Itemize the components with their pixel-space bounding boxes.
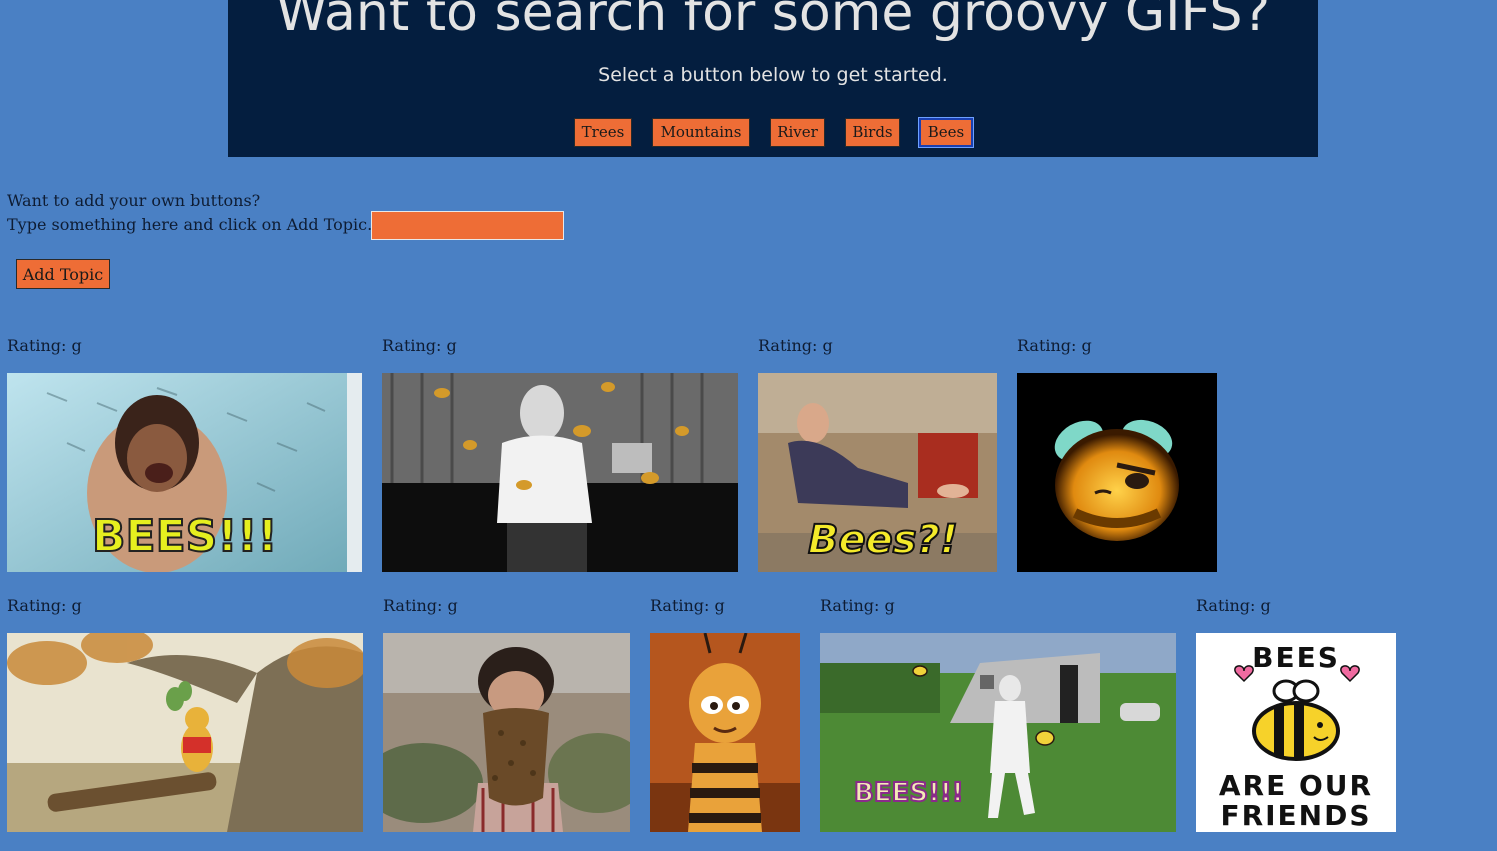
gif-caption-text: BEES!!! <box>92 511 278 562</box>
gif-image-bees-are-our-friends-sticker[interactable]: BEES ARE OUR FRIENDS <box>1196 633 1396 832</box>
gif-image-animated-bee-character[interactable] <box>650 633 800 832</box>
gif-rating: Rating: g <box>758 336 833 355</box>
gif-rating: Rating: g <box>1017 336 1092 355</box>
topic-input[interactable] <box>371 211 564 240</box>
topic-button-bees[interactable]: Bees <box>919 118 973 147</box>
add-topic-prompt-line1: Want to add your own buttons? <box>7 191 261 210</box>
svg-text:FRIENDS: FRIENDS <box>1220 799 1371 832</box>
gif-rating: Rating: g <box>7 596 82 615</box>
add-topic-button[interactable]: Add Topic <box>16 259 110 289</box>
gif-image-angry-cartoon-bee[interactable] <box>1017 373 1217 572</box>
gif-caption-text: Bees?! <box>808 517 958 563</box>
gif-image-man-dancing-with-bees[interactable] <box>382 373 738 572</box>
topic-button-mountains[interactable]: Mountains <box>652 118 750 147</box>
page-subtitle: Select a button below to get started. <box>598 64 948 86</box>
gif-rating: Rating: g <box>820 596 895 615</box>
gif-image-woman-shouting-bees[interactable]: BEES!!! <box>7 373 362 572</box>
topic-button-river[interactable]: River <box>770 118 825 147</box>
gif-rating: Rating: g <box>382 336 457 355</box>
svg-text:BEES: BEES <box>1252 641 1340 674</box>
add-topic-prompt: Want to add your own buttons? Type somet… <box>7 189 372 237</box>
gif-caption-text: BEES!!! <box>854 778 964 808</box>
page-title: Want to search for some groovy GIFS? <box>275 0 1271 43</box>
topic-button-birds[interactable]: Birds <box>845 118 900 147</box>
gif-image-winnie-the-pooh-tree[interactable] <box>7 633 363 832</box>
gif-rating: Rating: g <box>383 596 458 615</box>
gif-rating: Rating: g <box>650 596 725 615</box>
svg-text:ARE OUR: ARE OUR <box>1219 769 1373 802</box>
gif-image-man-with-bee-beard[interactable] <box>383 633 630 832</box>
gif-rating: Rating: g <box>1196 596 1271 615</box>
add-topic-prompt-line2: Type something here and click on Add Top… <box>7 215 373 234</box>
topic-button-trees[interactable]: Trees <box>574 118 632 147</box>
gif-image-beekeeper-running[interactable]: BEES!!! <box>820 633 1176 832</box>
gif-image-man-on-couch[interactable]: Bees?! <box>758 373 997 572</box>
header-banner: Want to search for some groovy GIFS? Sel… <box>228 0 1318 157</box>
gif-rating: Rating: g <box>7 336 82 355</box>
